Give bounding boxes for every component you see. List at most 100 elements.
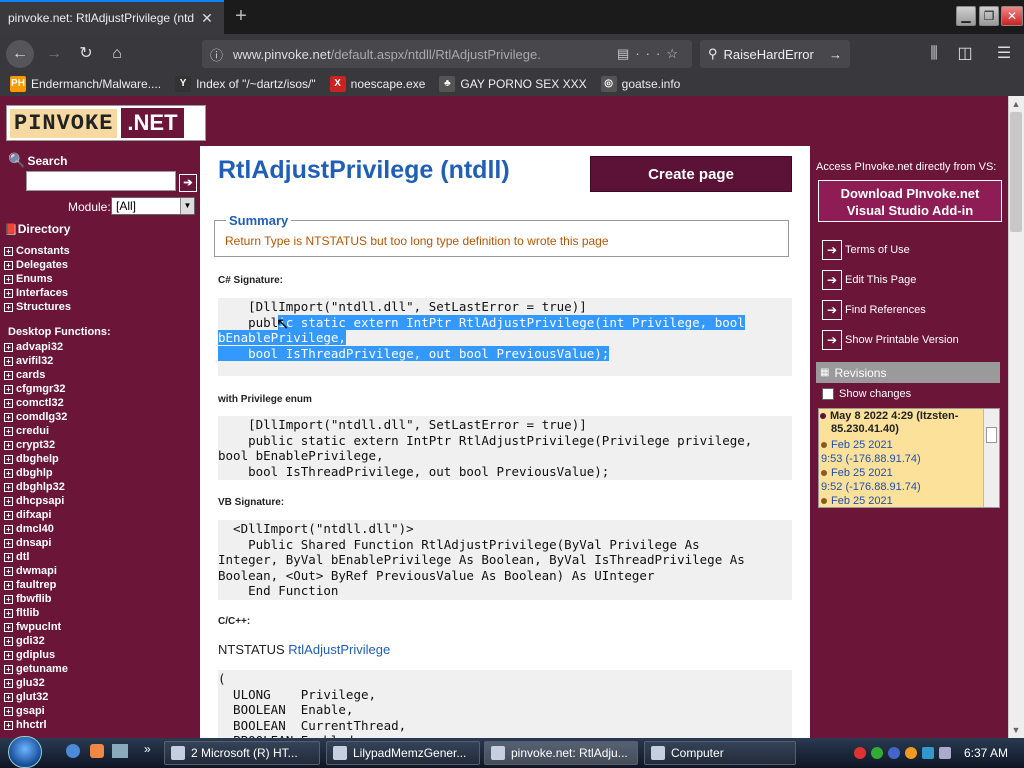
expand-icon[interactable]: + [4, 594, 13, 604]
revision-detail[interactable]: 9:52 (-176.88.91.74) [821, 481, 921, 493]
expand-icon[interactable]: + [4, 566, 13, 576]
module-item[interactable]: + dnsapi [4, 536, 68, 550]
back-icon[interactable]: ← [6, 40, 34, 68]
vb-signature-code[interactable]: <DllImport("ntdll.dll")> Public Shared F… [218, 520, 792, 600]
cpp-signature-code[interactable]: ( ULONG Privilege, BOOLEAN Enable, BOOLE… [218, 670, 792, 738]
minimize-icon[interactable]: ▁ [956, 6, 976, 26]
module-item[interactable]: + gdi32 [4, 634, 68, 648]
scroll-up-icon[interactable]: ▲ [1008, 96, 1024, 112]
expand-icon[interactable]: + [4, 636, 13, 646]
expand-icon[interactable]: + [4, 692, 13, 702]
expand-icon[interactable]: + [4, 384, 13, 394]
library-icon[interactable]: ⫼ [920, 40, 948, 68]
expand-icon[interactable]: + [4, 342, 13, 352]
home-icon[interactable]: ⌂ [103, 40, 131, 68]
expand-icon[interactable]: + [4, 524, 13, 534]
expand-icon[interactable]: + [4, 622, 13, 632]
expand-icon[interactable]: + [4, 650, 13, 660]
info-icon[interactable]: ⓘ [210, 45, 223, 64]
close-tab-icon[interactable]: ✕ [198, 10, 216, 27]
enum-signature-code[interactable]: [DllImport("ntdll.dll", SetLastError = t… [218, 416, 792, 480]
expand-icon[interactable]: + [4, 356, 13, 366]
new-tab-button[interactable]: + [228, 4, 254, 30]
shield-icon[interactable] [90, 744, 104, 758]
expand-icon[interactable]: + [4, 454, 13, 464]
module-item[interactable]: + credui [4, 424, 68, 438]
revision-date[interactable]: Feb 25 2021 [821, 467, 893, 479]
network-tray-icon[interactable] [887, 747, 900, 759]
directory-item[interactable]: + Constants [4, 244, 71, 258]
module-item[interactable]: + dwmapi [4, 564, 68, 578]
directory-item[interactable]: + Interfaces [4, 286, 71, 300]
module-item[interactable]: + glut32 [4, 690, 68, 704]
module-item[interactable]: + dtl [4, 550, 68, 564]
maximize-icon[interactable]: ❐ [979, 6, 999, 26]
module-item[interactable]: + cfgmgr32 [4, 382, 68, 396]
error-tray-icon[interactable] [853, 747, 866, 759]
ie-icon[interactable] [66, 744, 80, 758]
module-item[interactable]: + faultrep [4, 578, 68, 592]
revisions-list[interactable]: May 8 2022 4:29 (Itzsten- 85.230.41.40) … [818, 408, 1000, 508]
expand-icon[interactable]: + [4, 552, 13, 562]
scrollbar-thumb[interactable] [1010, 112, 1022, 232]
expand-icon[interactable]: + [4, 246, 13, 256]
display-tray-icon[interactable] [921, 747, 934, 759]
module-item[interactable]: + dbghlp32 [4, 480, 68, 494]
right-link[interactable]: ➔ Find References [822, 299, 926, 321]
taskbar-button[interactable]: 2 Microsoft (R) HT... [164, 741, 320, 765]
menu-icon[interactable]: ☰ [990, 40, 1018, 68]
expand-icon[interactable]: + [4, 482, 13, 492]
expand-icon[interactable]: + [4, 274, 13, 284]
quicklaunch-chevron-icon[interactable]: » [144, 742, 151, 756]
right-link[interactable]: ➔ Edit This Page [822, 269, 916, 291]
revision-date[interactable]: Feb 25 2021 [821, 439, 893, 451]
cs-tray-icon[interactable] [870, 747, 883, 759]
revision-current[interactable]: May 8 2022 4:29 (Itzsten- [820, 410, 958, 422]
show-changes-toggle[interactable]: Show changes [822, 388, 911, 400]
search-bar[interactable]: ⚲ RaiseHardError → [700, 40, 850, 68]
bookmark-star-icon[interactable]: ☆ [666, 46, 684, 61]
module-item[interactable]: + gdiplus [4, 648, 68, 662]
right-link[interactable]: ➔ Show Printable Version [822, 329, 959, 351]
expand-icon[interactable]: + [4, 426, 13, 436]
page-actions-icon[interactable]: ··· [635, 46, 666, 61]
module-item[interactable]: + dbghlp [4, 466, 68, 480]
chevron-down-icon[interactable]: ▼ [180, 198, 194, 214]
module-item[interactable]: + getuname [4, 662, 68, 676]
reload-icon[interactable]: ↻ [72, 40, 100, 68]
expand-icon[interactable]: + [4, 496, 13, 506]
bookmark-item[interactable]: ◎ goatse.info [600, 76, 680, 92]
expand-icon[interactable]: + [4, 302, 13, 312]
module-item[interactable]: + cards [4, 368, 68, 382]
expand-icon[interactable]: + [4, 468, 13, 478]
show-desktop-icon[interactable] [112, 744, 128, 758]
expand-icon[interactable]: + [4, 678, 13, 688]
module-item[interactable]: + crypt32 [4, 438, 68, 452]
clock[interactable]: 6:37 AM [964, 746, 1008, 760]
expand-icon[interactable]: + [4, 440, 13, 450]
url-bar[interactable]: ⓘ www.pinvoke.net/default.aspx/ntdll/Rtl… [202, 40, 692, 68]
bookmark-item[interactable]: Xnoescape.exe [329, 76, 425, 92]
bookmark-item[interactable]: PH Endermanch/Malware.... [10, 76, 161, 92]
start-button[interactable] [8, 736, 42, 768]
expand-icon[interactable]: + [4, 260, 13, 270]
module-item[interactable]: + fwpuclnt [4, 620, 68, 634]
expand-icon[interactable]: + [4, 370, 13, 380]
cs-signature-code[interactable]: [DllImport("ntdll.dll", SetLastError = t… [218, 298, 792, 376]
site-logo[interactable]: PINVOKE .NET [6, 105, 206, 141]
download-addin-button[interactable]: Download PInvoke.net Visual Studio Add-i… [818, 180, 1002, 222]
module-item[interactable]: + gsapi [4, 704, 68, 718]
directory-item[interactable]: + Delegates [4, 258, 71, 272]
module-item[interactable]: + hhctrl [4, 718, 68, 732]
module-item[interactable]: + glu32 [4, 676, 68, 690]
forward-icon[interactable]: → [40, 40, 68, 68]
expand-icon[interactable]: + [4, 510, 13, 520]
reader-icon[interactable]: ▤ [617, 46, 635, 61]
expand-icon[interactable]: + [4, 720, 13, 730]
expand-icon[interactable]: + [4, 580, 13, 590]
tab-pinvoke[interactable]: pinvoke.net: RtlAdjustPrivilege (ntd ✕ [0, 0, 224, 34]
right-link[interactable]: ➔ Terms of Use [822, 239, 910, 261]
function-link[interactable]: RtlAdjustPrivilege [288, 642, 390, 657]
window-close-icon[interactable]: ✕ [1001, 6, 1023, 26]
revision-date[interactable]: Feb 25 2021 [821, 495, 893, 507]
